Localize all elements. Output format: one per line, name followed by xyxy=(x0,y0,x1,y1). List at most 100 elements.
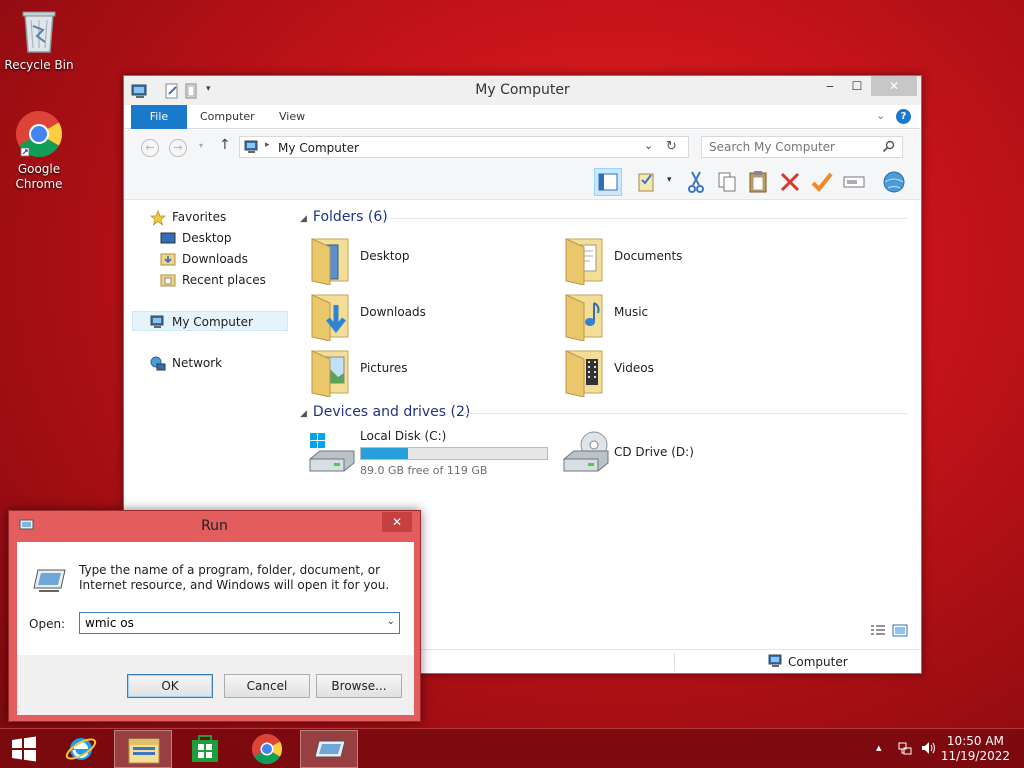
ribbon-expand-icon[interactable]: ⌄ xyxy=(876,109,885,122)
drive-c-usage-fill xyxy=(361,448,408,459)
folder-music[interactable]: Music xyxy=(562,291,802,342)
run-description: Type the name of a program, folder, docu… xyxy=(79,563,390,592)
explorer-titlebar[interactable]: ▾ My Computer ‒ ☐ ✕ xyxy=(124,76,921,105)
run-program-icon xyxy=(33,566,67,597)
nav-recent-places[interactable]: Recent places xyxy=(160,270,280,290)
folder-documents[interactable]: Documents xyxy=(562,235,802,286)
ok-button[interactable]: OK xyxy=(127,674,213,698)
minimize-button[interactable]: ‒ xyxy=(817,76,843,96)
collapse-triangle-icon: ◢ xyxy=(300,409,307,419)
cd-drive-icon xyxy=(562,429,610,478)
volume-icon[interactable] xyxy=(920,740,938,759)
run-open-label: Open: xyxy=(29,617,66,631)
address-bar[interactable]: ▸ My Computer ⌄ ↻ xyxy=(239,136,689,158)
properties-check-icon[interactable] xyxy=(634,168,662,196)
recycle-bin-icon xyxy=(15,6,63,54)
videos-folder-icon xyxy=(562,347,608,398)
network-status-icon[interactable] xyxy=(897,740,913,759)
toolbar: ▾ xyxy=(124,164,921,200)
windows-logo-icon xyxy=(12,736,36,762)
recent-places-icon xyxy=(160,273,176,287)
pictures-folder-icon xyxy=(308,347,354,398)
run-open-input[interactable] xyxy=(85,616,375,630)
run-title: Run xyxy=(201,518,228,534)
internet-explorer-icon xyxy=(65,738,97,760)
taskbar-internet-explorer[interactable] xyxy=(52,730,110,768)
taskbar-file-explorer[interactable] xyxy=(114,730,172,768)
up-button[interactable]: ↑ xyxy=(219,137,231,153)
collapse-triangle-icon: ◢ xyxy=(300,214,307,224)
tab-file[interactable]: File xyxy=(131,105,187,129)
taskbar-clock[interactable]: 10:50 AM 11/19/2022 xyxy=(941,734,1010,764)
run-open-combobox[interactable]: ⌄ xyxy=(79,612,400,634)
details-view-icon[interactable] xyxy=(870,624,886,641)
desktop-icon-google-chrome[interactable]: Google Chrome xyxy=(1,110,77,192)
drive-local-disk-c[interactable]: Local Disk (C:) 89.0 GB free of 119 GB xyxy=(308,427,558,479)
paste-icon[interactable] xyxy=(744,168,772,196)
address-dropdown-icon[interactable]: ⌄ xyxy=(644,139,653,152)
ribbon-tabs: File Computer View ⌄ ? xyxy=(124,105,921,129)
refresh-icon[interactable]: ↻ xyxy=(666,139,677,154)
taskbar-run[interactable] xyxy=(300,730,358,768)
recent-locations-dropdown-icon[interactable]: ▾ xyxy=(199,141,203,150)
taskbar-store[interactable] xyxy=(176,730,234,768)
nav-downloads[interactable]: Downloads xyxy=(160,249,280,269)
start-button[interactable] xyxy=(0,730,48,768)
copy-icon[interactable] xyxy=(713,168,741,196)
status-divider xyxy=(674,653,675,671)
tab-computer[interactable]: Computer xyxy=(188,105,267,129)
network-globe-icon[interactable] xyxy=(880,168,908,196)
folders-group-header[interactable]: ◢ Folders (6) xyxy=(300,209,388,229)
drives-divider xyxy=(464,413,907,414)
back-button[interactable]: ← xyxy=(141,139,159,157)
downloads-folder-icon xyxy=(308,291,354,342)
folder-videos[interactable]: Videos xyxy=(562,347,802,398)
nav-desktop[interactable]: Desktop xyxy=(160,228,280,248)
run-icon xyxy=(314,740,346,758)
preview-pane-icon[interactable] xyxy=(594,168,622,196)
chrome-icon xyxy=(15,110,63,158)
network-icon xyxy=(150,356,166,371)
recycle-bin-label: Recycle Bin xyxy=(4,58,74,72)
search-box[interactable] xyxy=(701,136,903,158)
browse-button[interactable]: Browse... xyxy=(316,674,402,698)
search-input[interactable] xyxy=(709,140,877,154)
computer-icon xyxy=(768,654,784,671)
nav-network[interactable]: Network xyxy=(150,353,280,373)
maximize-button[interactable]: ☐ xyxy=(844,76,870,96)
folder-downloads[interactable]: Downloads xyxy=(308,291,548,342)
drives-group-header[interactable]: ◢ Devices and drives (2) xyxy=(300,404,470,424)
desktop-icon xyxy=(160,231,176,245)
taskbar-chrome[interactable] xyxy=(238,730,296,768)
file-explorer-icon xyxy=(128,738,160,764)
show-hidden-icons-icon[interactable]: ▴ xyxy=(876,741,882,754)
nav-favorites[interactable]: Favorites xyxy=(150,207,280,227)
chevron-down-icon[interactable]: ⌄ xyxy=(387,616,395,627)
select-check-icon[interactable] xyxy=(808,168,836,196)
cut-icon[interactable] xyxy=(682,168,710,196)
hard-drive-icon xyxy=(308,431,356,478)
chrome-label: Google Chrome xyxy=(15,162,63,191)
rename-icon[interactable] xyxy=(840,168,868,196)
address-text: My Computer xyxy=(278,141,359,155)
delete-icon[interactable] xyxy=(776,168,804,196)
large-icons-view-icon[interactable] xyxy=(892,624,908,641)
music-folder-icon xyxy=(562,291,608,342)
help-icon[interactable]: ? xyxy=(896,109,911,124)
run-close-button[interactable]: ✕ xyxy=(382,512,412,532)
tab-view[interactable]: View xyxy=(267,105,317,129)
nav-my-computer[interactable]: My Computer xyxy=(132,311,288,331)
close-button[interactable]: ✕ xyxy=(871,76,917,96)
cancel-button[interactable]: Cancel xyxy=(224,674,310,698)
organize-dropdown-icon[interactable]: ▾ xyxy=(667,175,672,185)
drive-cd-d[interactable]: CD Drive (D:) xyxy=(562,427,762,479)
folder-desktop[interactable]: Desktop xyxy=(308,235,548,286)
folder-pictures[interactable]: Pictures xyxy=(308,347,548,398)
forward-button[interactable]: → xyxy=(169,139,187,157)
downloads-folder-icon xyxy=(160,252,176,266)
folders-divider xyxy=(386,218,907,219)
desktop-icon-recycle-bin[interactable]: Recycle Bin xyxy=(1,6,77,73)
computer-icon xyxy=(244,140,260,157)
explorer-title: My Computer xyxy=(475,82,570,98)
documents-folder-icon xyxy=(562,235,608,286)
